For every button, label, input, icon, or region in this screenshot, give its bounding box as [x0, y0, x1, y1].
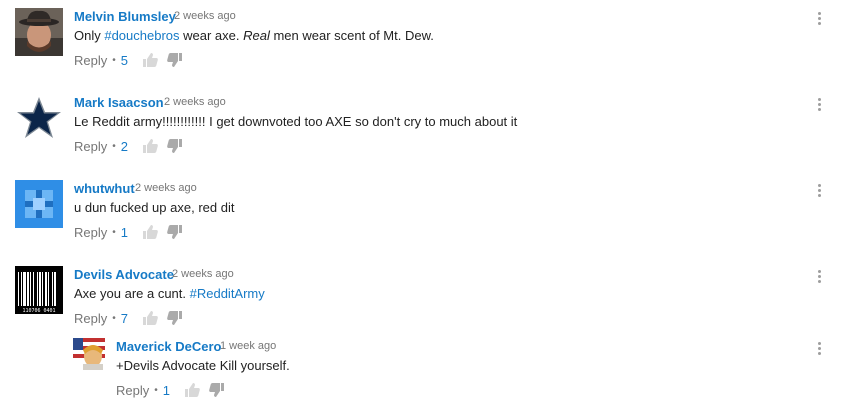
reply-button[interactable]: Reply: [74, 225, 107, 240]
comment-actions: Reply • 5: [74, 52, 183, 68]
comment-timestamp[interactable]: 1 week ago: [220, 340, 276, 352]
thumbs-up-icon[interactable]: [142, 138, 158, 154]
comment-author[interactable]: Mark Isaacson: [74, 95, 164, 110]
comment-text-segment: Axe you are a cunt.: [74, 286, 190, 301]
comment-text: +Devils Advocate Kill yourself.: [116, 358, 290, 373]
comment-text: u dun fucked up axe, red dit: [74, 200, 234, 215]
comment-author[interactable]: Devils Advocate: [74, 267, 174, 282]
thumbs-down-icon[interactable]: [167, 224, 183, 240]
comment-timestamp[interactable]: 2 weeks ago: [164, 96, 226, 108]
separator-dot: •: [112, 54, 116, 66]
comment-author[interactable]: Maverick DeCero: [116, 339, 222, 354]
comment-text-segment: Real: [243, 28, 270, 43]
like-count: 7: [120, 310, 128, 326]
thumbs-up-icon[interactable]: [184, 382, 200, 398]
reply-button[interactable]: Reply: [74, 311, 107, 326]
like-count: 1: [162, 382, 170, 398]
barcode-stripe: [30, 272, 31, 306]
comment-actions: Reply • 1: [74, 224, 183, 240]
barcode-stripe: [48, 272, 49, 306]
separator-dot: •: [154, 384, 158, 396]
comment-actions: Reply • 7: [74, 310, 183, 326]
barcode-stripe: [54, 272, 56, 306]
hashtag-link[interactable]: #RedditArmy: [190, 286, 265, 301]
comment-actions: Reply • 1: [116, 382, 225, 398]
thumbs-up-icon[interactable]: [142, 52, 158, 68]
thumbs-up-icon[interactable]: [142, 224, 158, 240]
barcode-stripe: [23, 272, 26, 306]
reply-button[interactable]: Reply: [74, 139, 107, 154]
comment-text-segment: Only: [74, 28, 105, 43]
more-options-icon[interactable]: [816, 342, 822, 358]
thumbs-down-icon[interactable]: [167, 138, 183, 154]
comment-text: Le Reddit army!!!!!!!!!!!! I get downvot…: [74, 114, 517, 129]
comment-author[interactable]: Melvin Blumsley: [74, 9, 176, 24]
barcode-stripe: [37, 272, 38, 306]
comment-author[interactable]: whutwhut: [74, 181, 135, 196]
avatar[interactable]: [15, 94, 63, 142]
comment-text-segment: wear axe.: [179, 28, 244, 43]
thumbs-down-icon[interactable]: [167, 52, 183, 68]
like-count: 1: [120, 224, 128, 240]
barcode-stripe: [27, 272, 29, 306]
more-options-icon[interactable]: [816, 12, 822, 28]
barcode-stripe: [33, 272, 34, 306]
thumbs-down-icon[interactable]: [167, 310, 183, 326]
thumbs-down-icon[interactable]: [209, 382, 225, 398]
comment-timestamp[interactable]: 2 weeks ago: [172, 268, 234, 280]
like-count: 5: [120, 52, 128, 68]
barcode-stripe: [18, 272, 19, 306]
comment-text-segment: Le Reddit army!!!!!!!!!!!! I get downvot…: [74, 114, 518, 129]
barcode-stripe: [42, 272, 43, 306]
avatar[interactable]: 110706 0401: [15, 266, 63, 314]
separator-dot: •: [112, 226, 116, 238]
thumbs-up-icon[interactable]: [142, 310, 158, 326]
avatar[interactable]: [15, 180, 63, 228]
barcode-stripe: [39, 272, 41, 306]
barcode-stripe: [52, 272, 53, 306]
separator-dot: •: [112, 312, 116, 324]
reply-button[interactable]: Reply: [116, 383, 149, 398]
comment-text-segment: men wear scent of Mt. Dew.: [269, 28, 434, 43]
comment-text-segment: u dun fucked up axe, red dit: [74, 200, 235, 215]
barcode-stripe: [21, 272, 22, 306]
reply-button[interactable]: Reply: [74, 53, 107, 68]
comment-text: Axe you are a cunt. #RedditArmy: [74, 286, 265, 301]
like-count: 2: [120, 138, 128, 154]
barcode-stripe: [45, 272, 47, 306]
more-options-icon[interactable]: [816, 270, 822, 286]
more-options-icon[interactable]: [816, 98, 822, 114]
comment-text-segment: +Devils Advocate Kill yourself.: [116, 358, 290, 373]
separator-dot: •: [112, 140, 116, 152]
comment-text: Only #douchebros wear axe. Real men wear…: [74, 28, 434, 43]
barcode-digits: 110706 0401: [22, 308, 55, 314]
comment-actions: Reply • 2: [74, 138, 183, 154]
comment-timestamp[interactable]: 2 weeks ago: [135, 182, 197, 194]
comment-timestamp[interactable]: 2 weeks ago: [174, 10, 236, 22]
hashtag-link[interactable]: #douchebros: [104, 28, 179, 43]
avatar[interactable]: [15, 8, 63, 56]
avatar[interactable]: [73, 338, 105, 370]
more-options-icon[interactable]: [816, 184, 822, 200]
